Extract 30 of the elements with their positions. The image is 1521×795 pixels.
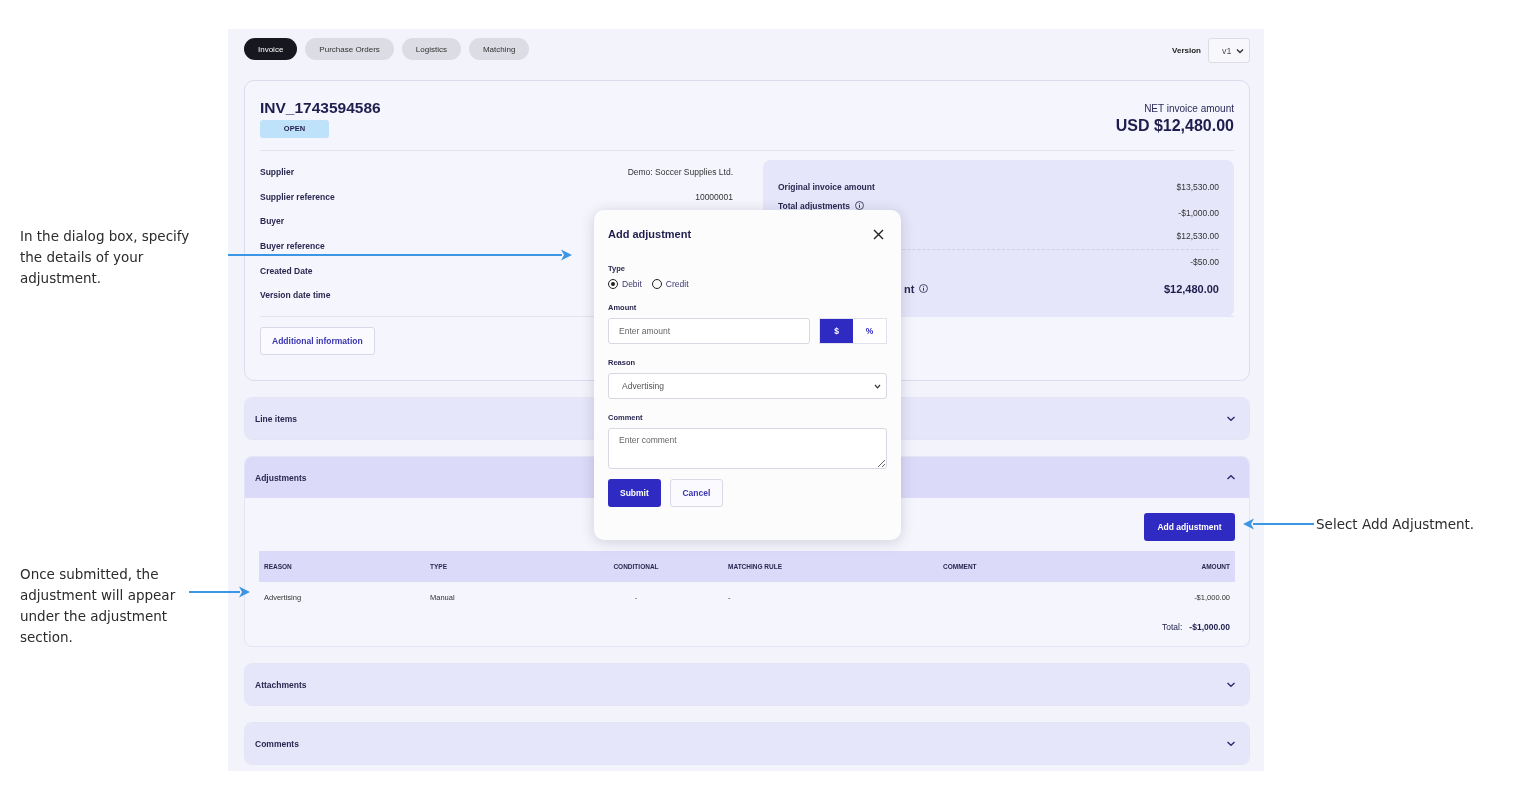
summary-value: $13,530.00: [1176, 182, 1219, 193]
detail-value: 10000001: [695, 191, 733, 202]
summary-value: $12,480.00: [1163, 282, 1219, 295]
detail-label: Created Date: [260, 265, 313, 276]
annotation-text: In the dialog box, specify the details of your adjustment.: [20, 227, 191, 288]
summary-value: -$1,000.00: [1178, 207, 1219, 218]
total-value: -$1,000.00: [1189, 622, 1230, 632]
annotation-text: Select Add Adjustment.: [1316, 515, 1476, 534]
section-title: Attachments: [255, 679, 307, 690]
summary-label: Total adjustments: [778, 200, 851, 211]
total-label: Total:: [1162, 622, 1183, 632]
summary-value: -$50.00: [1190, 257, 1219, 268]
section-title: Comments: [255, 738, 299, 749]
section-title: Line items: [255, 413, 298, 424]
net-amount: USD $12,480.00: [1115, 117, 1234, 135]
annotation-text: Once submitted, the adjustment will appear under the adjustment section.: [20, 565, 177, 647]
section-title: Adjustments: [255, 472, 307, 483]
invoice-number: INV_1743594586: [260, 99, 381, 117]
detail-label: Buyer reference: [260, 241, 325, 252]
summary-value: $12,530.00: [1176, 231, 1219, 242]
detail-label: Supplier reference: [260, 191, 335, 202]
detail-value: Demo: Soccer Supplies Ltd.: [627, 167, 733, 178]
dialog-title: Add adjustment: [608, 228, 692, 240]
detail-label: Buyer: [260, 216, 285, 227]
detail-label: Supplier: [260, 167, 294, 178]
net-amount-label: NET invoice amount: [1143, 103, 1234, 114]
version-label: Version: [1172, 46, 1201, 55]
summary-label: nt: [904, 282, 915, 295]
detail-label: Version date time: [260, 290, 331, 301]
summary-label: Original invoice amount: [778, 182, 875, 193]
